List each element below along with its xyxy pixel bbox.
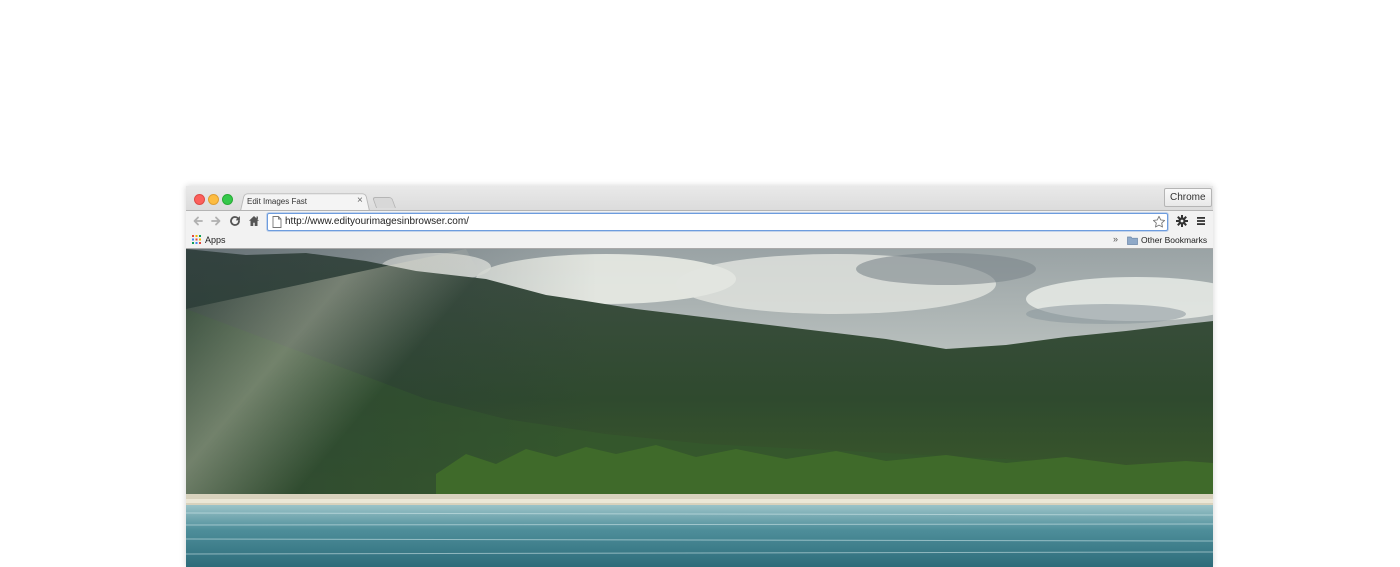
landscape-photo xyxy=(186,249,1213,567)
url-text[interactable]: http://www.edityourimagesinbrowser.com/ xyxy=(285,216,469,228)
address-bar[interactable]: http://www.edityourimagesinbrowser.com/ xyxy=(267,213,1168,231)
page-viewport xyxy=(186,249,1213,567)
new-tab-button[interactable] xyxy=(371,197,397,208)
bookmarks-bar: Apps » Other Bookmarks xyxy=(186,233,1213,249)
tab-title: Edit Images Fast xyxy=(247,197,308,206)
browser-window: Edit Images Fast × Chrome http://www.edi… xyxy=(186,186,1213,567)
hamburger-menu-icon[interactable] xyxy=(1194,214,1208,228)
star-icon[interactable] xyxy=(1152,215,1166,229)
apps-grid-icon[interactable] xyxy=(192,235,201,244)
tab-close-button[interactable]: × xyxy=(357,195,363,207)
close-window-button[interactable] xyxy=(194,194,205,205)
folder-icon xyxy=(1127,236,1138,245)
forward-arrow-icon[interactable] xyxy=(209,214,223,228)
apps-shortcut[interactable]: Apps xyxy=(205,235,226,246)
other-bookmarks-folder[interactable]: Other Bookmarks xyxy=(1141,235,1207,246)
minimize-window-button[interactable] xyxy=(208,194,219,205)
reload-icon[interactable] xyxy=(228,214,242,228)
page-icon xyxy=(272,216,282,228)
profile-button[interactable]: Chrome xyxy=(1164,188,1212,207)
tab-active[interactable]: Edit Images Fast × xyxy=(246,193,368,210)
bookmarks-overflow-button[interactable]: » xyxy=(1113,234,1118,245)
zoom-window-button[interactable] xyxy=(222,194,233,205)
gear-icon[interactable] xyxy=(1175,214,1189,228)
back-arrow-icon[interactable] xyxy=(191,214,205,228)
title-bar: Edit Images Fast × Chrome xyxy=(186,186,1213,211)
home-icon[interactable] xyxy=(247,214,261,228)
toolbar: http://www.edityourimagesinbrowser.com/ xyxy=(186,210,1213,233)
